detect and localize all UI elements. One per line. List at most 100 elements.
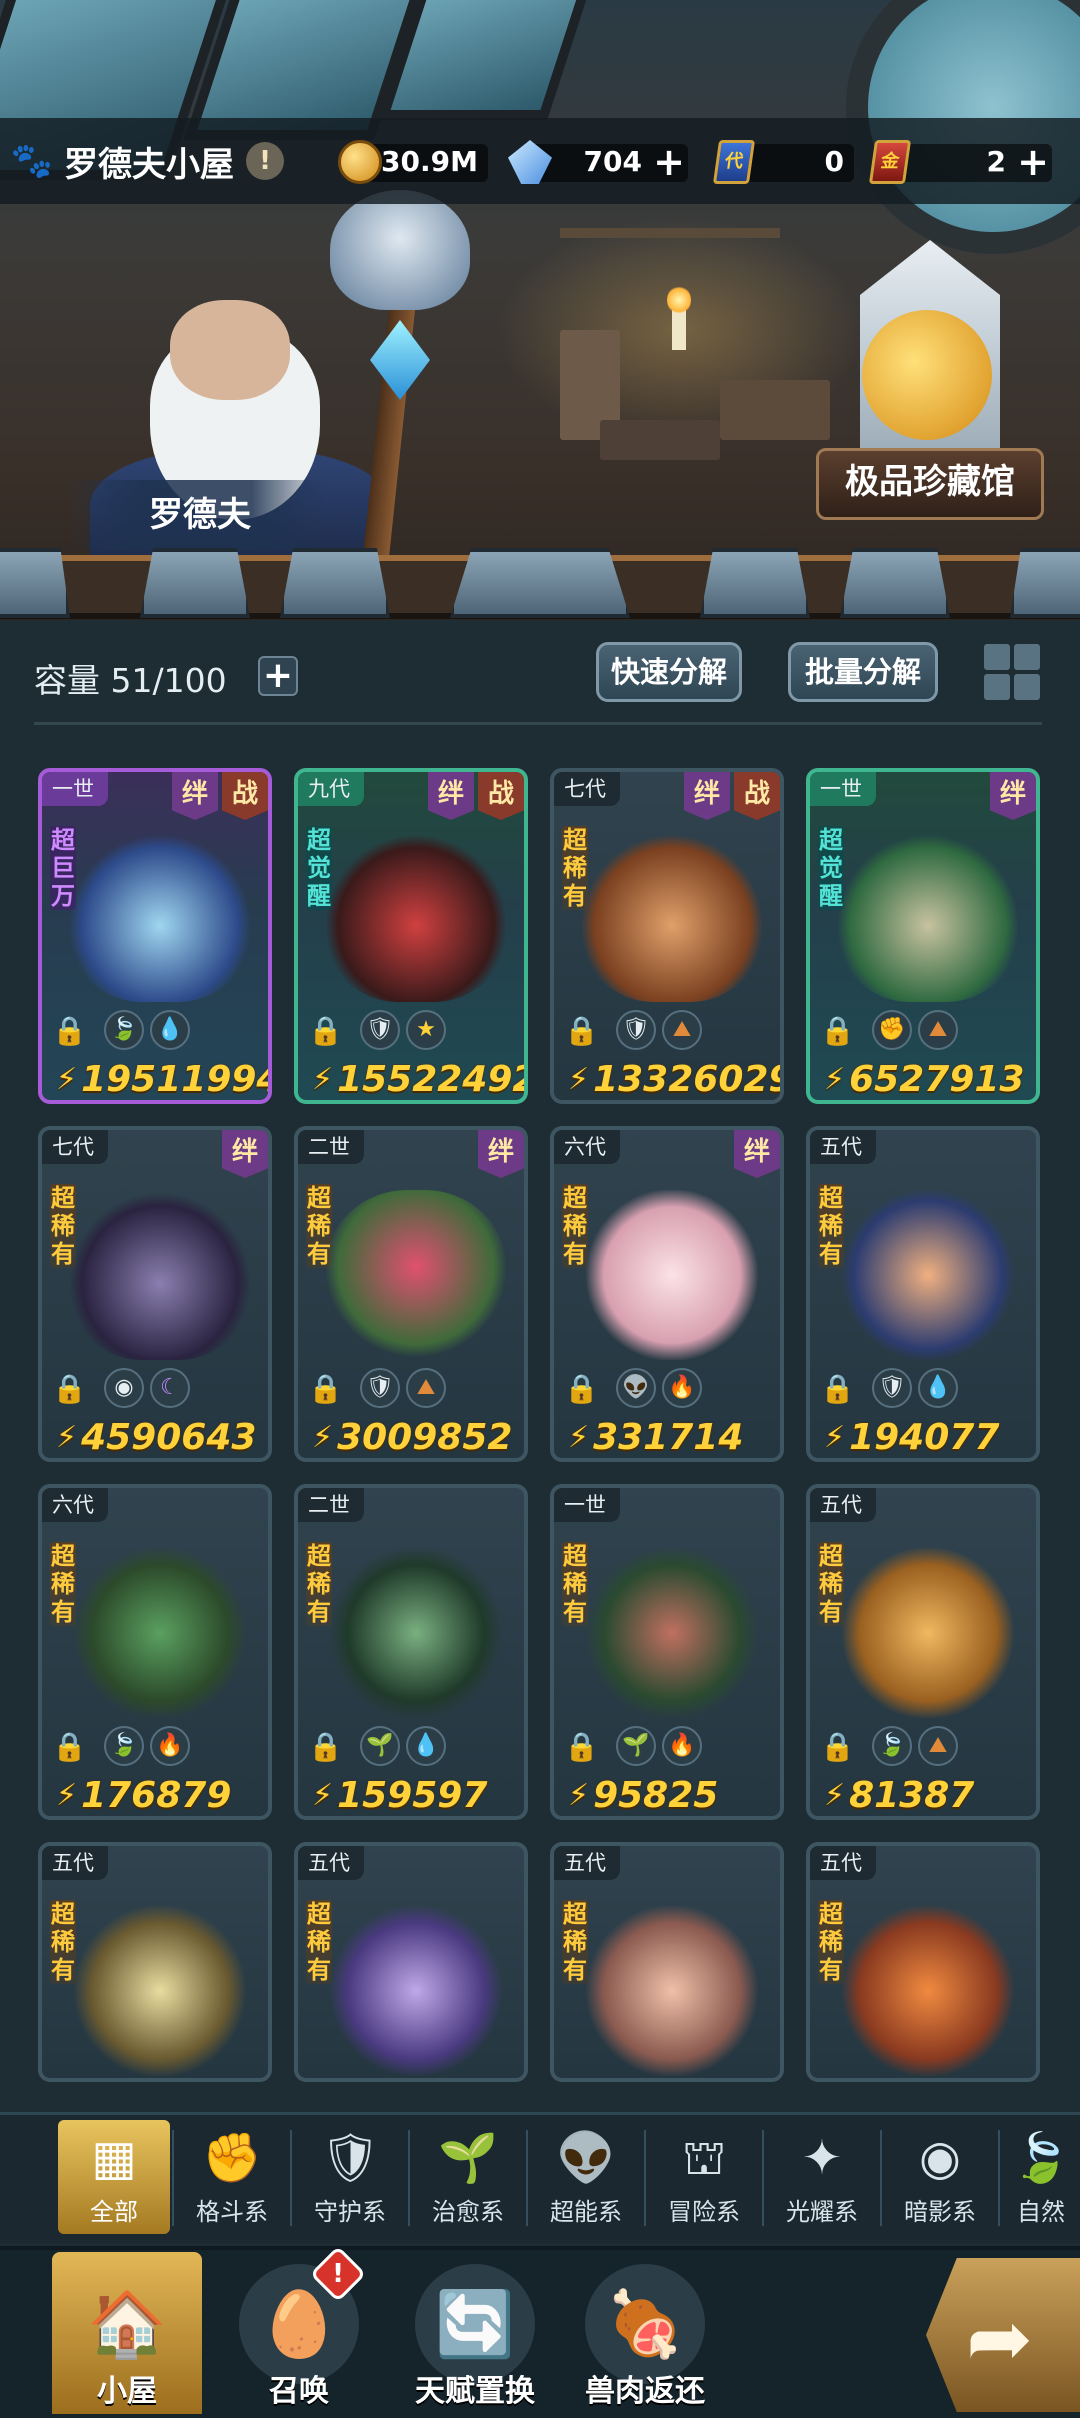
category-divider: [644, 2130, 646, 2226]
monster-card[interactable]: 一世 超稀有 🔒 🌱 🔥 ⚡ 95825: [550, 1484, 784, 1820]
power-value: ⚡ 95825: [568, 1774, 718, 1816]
bond-badge: 绊: [428, 772, 474, 820]
monster-card[interactable]: 五代 超稀有: [550, 1842, 784, 2082]
nav-label: 召唤: [269, 2374, 329, 2409]
category-tab[interactable]: ✊ 格斗系: [176, 2120, 288, 2234]
lock-icon[interactable]: 🔒: [564, 1014, 599, 1048]
nav-item[interactable]: 🔄 天赋置换: [400, 2252, 550, 2414]
paw-icon: 🐾: [10, 141, 54, 181]
monster-card[interactable]: 五代 超稀有 🔒 🍃 ⛰ ⚡ 81387: [806, 1484, 1040, 1820]
monster-card[interactable]: 七代 绊战超稀有 🔒 🛡 ⛰ ⚡ 13326029: [550, 768, 784, 1104]
share-button[interactable]: ➦: [926, 2258, 1080, 2412]
category-label: 治愈系: [432, 2198, 504, 2226]
monster-card[interactable]: 七代 绊超稀有 🔒 ◉ ☾ ⚡ 4590643: [38, 1126, 272, 1462]
power-number: 13326029: [593, 1058, 784, 1100]
power-icon: ⚡: [312, 1777, 334, 1813]
category-tab[interactable]: ⛫ 冒险系: [648, 2120, 760, 2234]
trim-block: [140, 548, 250, 618]
lock-icon[interactable]: 🔒: [308, 1372, 343, 1406]
category-tab[interactable]: 🌱 治愈系: [412, 2120, 524, 2234]
fire-icon: 🔥: [150, 1726, 190, 1766]
battle-badge: 战: [734, 772, 780, 820]
category-tab[interactable]: 🍃 自然: [1002, 2120, 1080, 2234]
category-label: 守护系: [314, 2198, 386, 2226]
shield-icon: 🛡: [360, 1368, 400, 1408]
gold-resource: 30.9M: [338, 138, 488, 186]
monster-art: [326, 1190, 506, 1360]
lock-icon[interactable]: 🔒: [820, 1014, 855, 1048]
monster-art: [582, 1548, 762, 1718]
lock-icon[interactable]: 🔒: [308, 1014, 343, 1048]
monster-art: [582, 1190, 762, 1360]
monster-card[interactable]: 五代 超稀有: [806, 1842, 1040, 2082]
rarity-label: 超稀有: [50, 1900, 76, 1984]
shield-icon: 🛡: [320, 2130, 381, 2186]
monster-art: [326, 1906, 506, 2076]
eye-icon: ◉: [919, 2130, 961, 2186]
power-number: 3009852: [337, 1416, 513, 1458]
lock-icon[interactable]: 🔒: [564, 1730, 599, 1764]
category-tab[interactable]: 🛡 守护系: [294, 2120, 406, 2234]
lock-icon[interactable]: 🔒: [308, 1730, 343, 1764]
monster-card[interactable]: 二世 超稀有 🔒 🌱 💧 ⚡ 159597: [294, 1484, 528, 1820]
lock-icon[interactable]: 🔒: [820, 1730, 855, 1764]
sprout-icon: 🌱: [616, 1726, 656, 1766]
category-label: 超能系: [550, 2198, 622, 2226]
batch-decompose-button[interactable]: 批量分解: [788, 642, 938, 702]
quick-decompose-button[interactable]: 快速分解: [596, 642, 742, 702]
monster-card[interactable]: 五代 超稀有: [38, 1842, 272, 2082]
element-icons: 👽 🔥: [616, 1368, 702, 1408]
category-divider: [172, 2130, 174, 2226]
water-icon: 💧: [918, 1368, 958, 1408]
lock-icon[interactable]: 🔒: [52, 1372, 87, 1406]
rarity-label: 超稀有: [50, 1542, 76, 1626]
power-value: ⚡ 3009852: [312, 1416, 512, 1458]
generation-label: 五代: [810, 1130, 876, 1164]
lock-icon[interactable]: 🔒: [564, 1372, 599, 1406]
capacity-label: 容量 51/100: [34, 661, 227, 700]
grid-view-icon[interactable]: [984, 644, 1040, 700]
monster-card[interactable]: 六代 超稀有 🔒 🍃 🔥 ⚡ 176879: [38, 1484, 272, 1820]
skylight-window: [377, 0, 593, 120]
category-tab[interactable]: ▦ 全部: [58, 2120, 170, 2234]
water-icon: 💧: [406, 1726, 446, 1766]
monster-card[interactable]: 五代 超稀有 🔒 🛡 💧 ⚡ 194077: [806, 1126, 1040, 1462]
power-icon: ⚡: [568, 1777, 590, 1813]
alien-icon: 👽: [556, 2130, 616, 2186]
lock-icon[interactable]: 🔒: [52, 1014, 87, 1048]
monster-art: [582, 832, 762, 1002]
monster-card[interactable]: 六代 绊超稀有 🔒 👽 🔥 ⚡ 331714: [550, 1126, 784, 1462]
power-number: 194077: [849, 1416, 1000, 1458]
add-red-ticket-button[interactable]: +: [1014, 143, 1052, 182]
earth-icon: ⛰: [918, 1010, 958, 1050]
trim-block: [1010, 548, 1080, 618]
power-icon: ⚡: [824, 1777, 846, 1813]
monster-card[interactable]: 五代 超稀有: [294, 1842, 528, 2082]
nav-item[interactable]: 🍖 兽肉返还: [570, 2252, 720, 2414]
power-number: 81387: [849, 1774, 975, 1816]
premium-gallery-button[interactable]: 极品珍藏馆: [816, 448, 1044, 520]
blue-ticket-icon: 代: [712, 140, 756, 184]
candle: [672, 310, 686, 350]
expand-capacity-button[interactable]: +: [258, 656, 298, 696]
power-number: 19511994: [81, 1058, 272, 1100]
monster-card[interactable]: 一世 绊超觉醒 🔒 ✊ ⛰ ⚡ 6527913: [806, 768, 1040, 1104]
power-icon: ⚡: [568, 1419, 590, 1455]
category-tab[interactable]: ✦ 光耀系: [766, 2120, 878, 2234]
category-tab[interactable]: ◉ 暗影系: [884, 2120, 996, 2234]
golden-cat-statue[interactable]: [862, 310, 992, 440]
monster-card[interactable]: 九代 绊战超觉醒 🔒 🛡 ★ ⚡ 15522492: [294, 768, 528, 1104]
card-badges: 绊战: [172, 772, 268, 820]
monster-card[interactable]: 一世 绊战超巨万 🔒 🍃 💧 ⚡ 19511994: [38, 768, 272, 1104]
generation-label: 五代: [554, 1846, 620, 1880]
add-gem-button[interactable]: +: [650, 143, 688, 182]
card-badges: 绊: [478, 1130, 524, 1178]
info-alert-icon[interactable]: !: [246, 142, 284, 180]
bond-badge: 绊: [734, 1130, 780, 1178]
monster-card[interactable]: 二世 绊超稀有 🔒 🛡 ⛰ ⚡ 3009852: [294, 1126, 528, 1462]
generation-label: 七代: [42, 1130, 108, 1164]
category-tab[interactable]: 👽 超能系: [530, 2120, 642, 2234]
nav-item[interactable]: 🏠 小屋: [52, 2252, 202, 2414]
lock-icon[interactable]: 🔒: [820, 1372, 855, 1406]
lock-icon[interactable]: 🔒: [52, 1730, 87, 1764]
